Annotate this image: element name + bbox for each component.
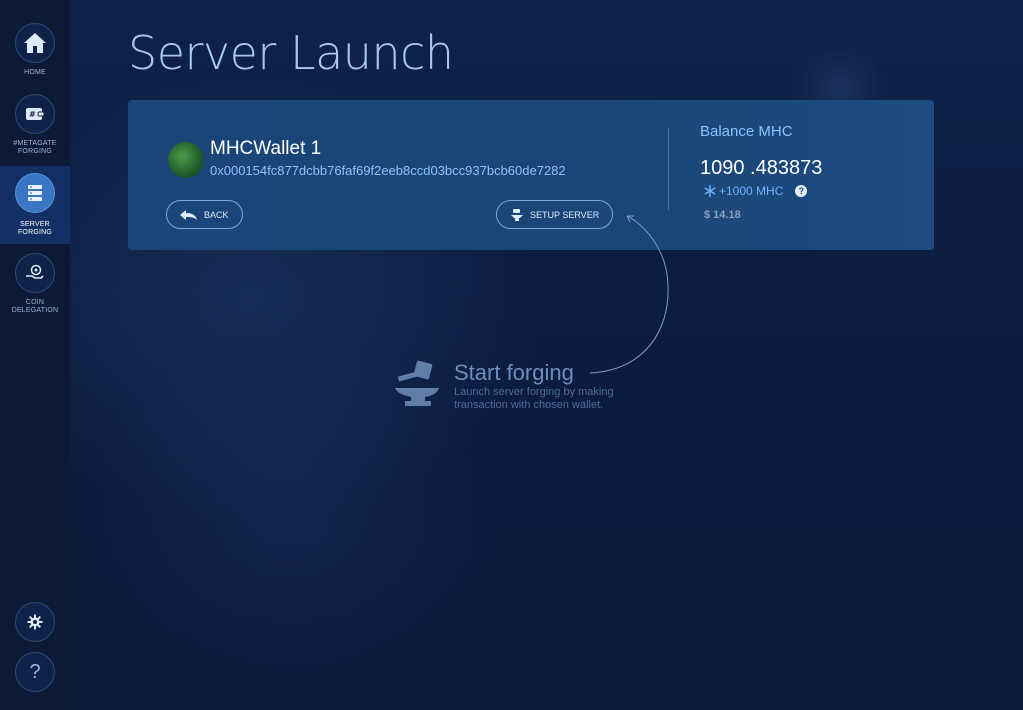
empty-state-title: Start forging xyxy=(454,360,574,385)
sidebar-item-home[interactable]: HOME xyxy=(0,23,70,83)
wallet-tag-icon: # xyxy=(15,94,55,134)
balance-title: Balance MHC xyxy=(700,123,793,140)
sidebar-item-label: #METAGATE FORGING xyxy=(13,140,57,155)
back-button-label: BACK xyxy=(204,209,229,220)
empty-state-description: Launch server forging by making transact… xyxy=(454,386,614,411)
back-button[interactable]: BACK xyxy=(166,200,243,229)
curved-arrow xyxy=(589,215,669,374)
sidebar-item-coin-delegation[interactable]: COIN DELEGATION xyxy=(0,253,70,323)
sidebar-item-label: COIN DELEGATION xyxy=(11,299,59,314)
server-icon xyxy=(15,173,55,213)
help-button[interactable]: ? xyxy=(15,652,55,692)
help-icon[interactable]: ? xyxy=(795,185,808,197)
balance-bonus-text: +1000 MHC xyxy=(719,184,784,198)
balance-usd: $ 14.18 xyxy=(704,209,741,221)
coin-hand-icon xyxy=(15,253,55,293)
settings-button[interactable] xyxy=(15,602,55,642)
anvil-icon xyxy=(511,208,523,221)
snowflake-icon xyxy=(704,185,716,197)
wallet-address[interactable]: 0x000154fc877dcbb76faf69f2eeb8ccd03bcc93… xyxy=(210,163,566,178)
wallet-name: MHCWallet 1 xyxy=(210,138,322,159)
svg-text:#: # xyxy=(29,110,36,119)
sidebar-item-metagate-forging[interactable]: # #METAGATE FORGING xyxy=(0,94,70,162)
home-icon xyxy=(15,23,55,63)
sidebar-item-label: SERVER FORGING xyxy=(17,221,53,236)
gear-icon xyxy=(27,614,43,630)
card-divider xyxy=(668,128,669,210)
sidebar: HOME # #METAGATE FORGING SERVER FORGING … xyxy=(0,0,70,710)
page-title: Server Launch xyxy=(128,26,454,80)
wallet-card: MHCWallet 1 0x000154fc877dcbb76faf69f2ee… xyxy=(128,100,934,250)
anvil-hammer-icon xyxy=(395,360,439,406)
back-arrow-icon xyxy=(180,209,197,220)
sidebar-item-label: HOME xyxy=(24,69,46,76)
sidebar-item-server-forging[interactable]: SERVER FORGING xyxy=(0,166,70,244)
balance-value: 1090 .483873 xyxy=(700,157,823,179)
wallet-avatar xyxy=(168,142,204,178)
help-label: ? xyxy=(29,660,41,683)
balance-bonus: +1000 MHC ? xyxy=(704,184,808,198)
